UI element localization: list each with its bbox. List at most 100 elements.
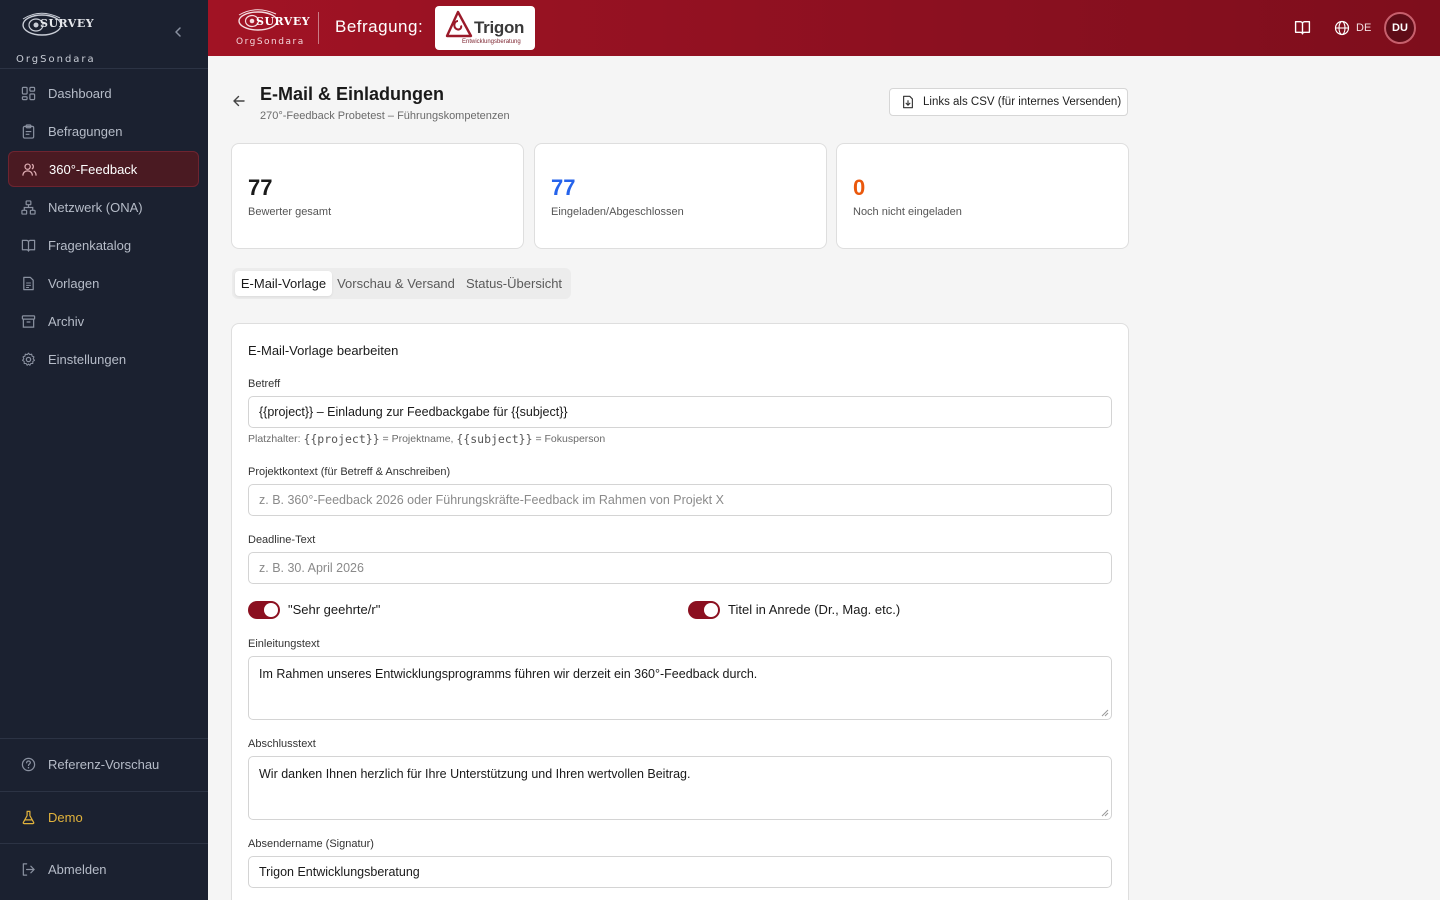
language-code: DE [1356, 22, 1372, 34]
arrow-left-icon [233, 95, 245, 107]
sidebar-item-label: Dashboard [48, 85, 112, 101]
stat-card-invited: 77 Eingeladen/Abgeschlossen [534, 143, 827, 249]
page-title: E-Mail & Einladungen [260, 84, 445, 104]
header-separator [318, 12, 319, 44]
sender-label: Absendername (Signatur) [248, 838, 374, 850]
title-toggle-label: Titel in Anrede (Dr., Mag. etc.) [728, 602, 901, 617]
sidebar-item-label: 360°-Feedback [49, 161, 138, 177]
collapse-sidebar-button[interactable] [168, 22, 188, 42]
language-switcher[interactable]: DE [1334, 19, 1371, 37]
export-csv-label: Links als CSV (für internes Versenden) [923, 96, 1122, 108]
stat-label: Eingeladen/Abgeschlossen [551, 206, 684, 218]
user-avatar[interactable]: DU [1384, 12, 1416, 44]
header-logo-text: SURVEY [256, 15, 311, 28]
users-icon [21, 161, 37, 177]
closing-text: Wir danken Ihnen herzlich für Ihre Unter… [259, 767, 691, 781]
help-circle-icon [20, 756, 36, 772]
flask-icon [20, 809, 36, 825]
sidebar-item-befragungen[interactable]: Befragungen [8, 113, 199, 149]
sidebar-item-label: Abmelden [48, 861, 107, 877]
survey-logo[interactable]: SURVEY OrgSondara [16, 10, 94, 65]
sidebar-item-label: Vorlagen [48, 275, 100, 291]
dashboard-icon [20, 85, 36, 101]
sidebar-item-archiv[interactable]: Archiv [8, 303, 199, 339]
sidebar-item-label: Netzwerk (ONA) [48, 199, 143, 215]
resize-grip-icon[interactable] [1101, 809, 1109, 817]
sidebar-item-360-feedback[interactable]: 360°-Feedback [8, 151, 199, 187]
sidebar-divider [0, 843, 208, 844]
clipboard-icon [20, 123, 36, 139]
sidebar-item-label: Archiv [48, 313, 85, 329]
sidebar-item-vorlagen[interactable]: Vorlagen [8, 265, 199, 301]
client-logo: Trigon Entwicklungsberatung [435, 6, 535, 50]
logout-icon [20, 861, 36, 877]
tab-vorschau-versand[interactable]: Vorschau & Versand [334, 271, 458, 296]
card-title: E-Mail-Vorlage bearbeiten [248, 343, 399, 358]
sidebar-item-dashboard[interactable]: Dashboard [8, 75, 199, 111]
intro-textarea[interactable]: Im Rahmen unseres Entwicklungsprogramms … [248, 656, 1112, 720]
sidebar-item-referenz-vorschau[interactable]: Referenz-Vorschau [8, 746, 199, 782]
tab-email-vorlage[interactable]: E-Mail-Vorlage [235, 271, 332, 296]
sidebar-item-fragenkatalog[interactable]: Fragenkatalog [8, 227, 199, 263]
deadline-label: Deadline-Text [248, 534, 316, 546]
sidebar-divider [0, 791, 208, 792]
stat-card-total: 77 Bewerter gesamt [231, 143, 524, 249]
closing-textarea[interactable]: Wir danken Ihnen herzlich für Ihre Unter… [248, 756, 1112, 820]
sidebar-item-einstellungen[interactable]: Einstellungen [8, 341, 199, 377]
documentation-button[interactable] [1294, 19, 1312, 37]
subject-label: Betreff [248, 378, 281, 390]
salutation-toggle[interactable] [248, 601, 280, 619]
sidebar-item-abmelden[interactable]: Abmelden [8, 851, 199, 887]
org-name: OrgSondara [16, 54, 96, 65]
header-survey-logo[interactable]: SURVEY OrgSondara [236, 8, 310, 48]
file-icon [20, 275, 36, 291]
sidebar-item-label: Befragungen [48, 123, 123, 139]
sidebar-divider [0, 738, 208, 739]
salutation-toggle-label: "Sehr geehrte/r" [288, 602, 381, 617]
book-open-icon [1294, 20, 1311, 35]
toggle-knob [264, 603, 278, 617]
deadline-input[interactable]: z. B. 30. April 2026 [248, 552, 1112, 584]
client-name: Trigon [474, 18, 525, 37]
sidebar: SURVEY OrgSondara Dashboard Befragungen … [0, 0, 208, 900]
hint-prefix: Platzhalter: [248, 433, 304, 445]
context-input[interactable]: z. B. 360°-Feedback 2026 oder Führungskr… [248, 484, 1112, 516]
stat-value: 77 [248, 175, 273, 200]
sidebar-item-netzwerk[interactable]: Netzwerk (ONA) [8, 189, 199, 225]
resize-grip-icon[interactable] [1101, 709, 1109, 717]
context-label: Projektkontext (für Betreff & Anschreibe… [248, 466, 451, 478]
top-header: SURVEY OrgSondara Befragung: Trigon Entw… [208, 0, 1440, 56]
sidebar-divider [0, 68, 208, 69]
email-template-card: E-Mail-Vorlage bearbeiten Betreff {{proj… [231, 323, 1129, 900]
stat-value: 77 [551, 175, 576, 200]
intro-text: Im Rahmen unseres Entwicklungsprogramms … [259, 667, 758, 681]
survey-logo-text: SURVEY [40, 17, 95, 30]
export-csv-button[interactable]: Links als CSV (für internes Versenden) [889, 88, 1128, 116]
book-icon [20, 237, 36, 253]
hint-subject-text: = Fokusperson [532, 433, 606, 445]
tab-status-uebersicht[interactable]: Status-Übersicht [460, 271, 568, 296]
sidebar-item-label: Fragenkatalog [48, 237, 132, 253]
hint-project-code: {{project}} [303, 432, 380, 446]
sidebar-item-label: Demo [48, 809, 83, 825]
toggle-knob [704, 603, 718, 617]
client-subtitle: Entwicklungsberatung [462, 39, 521, 45]
file-download-icon [901, 95, 915, 109]
chevron-left-icon [175, 27, 181, 37]
stat-card-not-invited: 0 Noch nicht eingeladen [836, 143, 1129, 249]
hint-project-text: = Projektname, [379, 433, 457, 445]
title-toggle[interactable] [688, 601, 720, 619]
survey-label: Befragung: [335, 17, 424, 36]
globe-icon [1334, 20, 1350, 36]
subject-input[interactable]: {{project}} – Einladung zur Feedbackgabe… [248, 396, 1112, 428]
sender-input[interactable]: Trigon Entwicklungsberatung [248, 856, 1112, 888]
back-button[interactable] [232, 94, 248, 110]
gear-icon [20, 351, 36, 367]
page-subtitle: 270°-Feedback Probetest – Führungskompet… [260, 110, 510, 122]
closing-label: Abschlusstext [248, 738, 316, 750]
sidebar-item-label: Einstellungen [48, 351, 127, 367]
sidebar-item-label: Referenz-Vorschau [48, 756, 160, 772]
intro-label: Einleitungstext [248, 638, 320, 650]
sidebar-item-demo[interactable]: Demo [8, 799, 199, 835]
stat-value: 0 [853, 175, 866, 200]
